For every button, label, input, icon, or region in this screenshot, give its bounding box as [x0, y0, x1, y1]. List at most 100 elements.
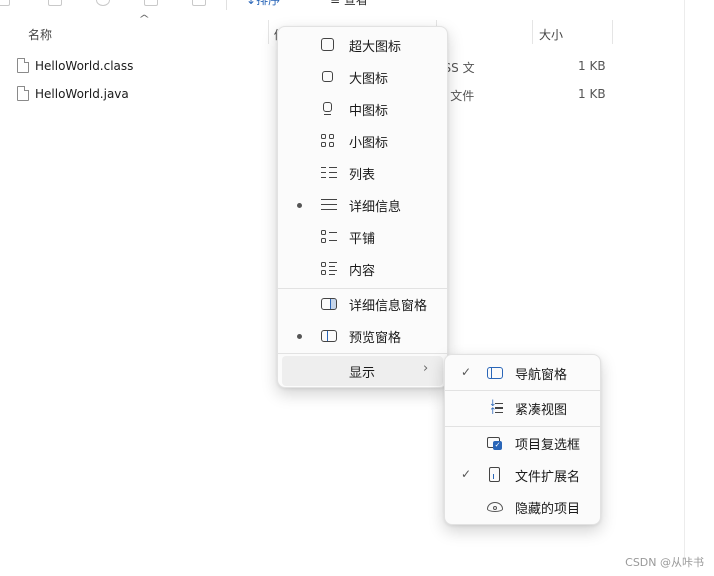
chevron-right-icon: › — [423, 361, 429, 376]
menu-separator — [445, 390, 600, 391]
file-name: HelloWorld.class — [35, 59, 134, 73]
menu-item-content[interactable]: 内容 — [282, 254, 443, 284]
details-pane-icon — [321, 298, 337, 310]
small-icon-cell — [329, 142, 334, 147]
view-button[interactable]: ≡ 查看 — [330, 0, 368, 8]
menu-item-details-pane[interactable]: 详细信息窗格 — [282, 289, 443, 319]
menu-item-label: 导航窗格 — [515, 368, 568, 383]
small-icon-cell — [329, 134, 334, 139]
menu-item-label: 小图标 — [349, 136, 389, 151]
menu-item-medium-icons[interactable]: 中图标 — [282, 94, 443, 124]
hidden-items-icon — [487, 502, 503, 512]
submenu-item-hidden-items[interactable]: 隐藏的项目 — [449, 492, 596, 522]
file-size: 1 KB — [578, 59, 606, 73]
toolbar-divider — [226, 0, 227, 10]
small-icons-icon — [321, 134, 335, 148]
preview-pane-icon — [321, 330, 337, 342]
small-icon-cell — [321, 142, 326, 147]
menu-item-label: 中图标 — [349, 104, 389, 119]
submenu-item-file-extensions[interactable]: ✓ 文件扩展名 — [449, 460, 596, 490]
menu-item-label: 列表 — [349, 168, 376, 183]
tile-square — [321, 238, 326, 243]
menu-item-show[interactable]: 显示 › — [282, 356, 443, 386]
menu-item-label: 隐藏的项目 — [515, 502, 581, 517]
column-header-size[interactable]: 大小 — [539, 26, 563, 43]
copy-icon[interactable] — [48, 0, 62, 6]
cut-icon[interactable] — [0, 0, 10, 6]
selected-bullet — [297, 334, 302, 339]
column-header-name[interactable]: 名称 — [28, 26, 52, 43]
content-square — [321, 270, 326, 275]
watermark: CSDN @从咔书 — [625, 556, 704, 569]
submenu-item-navigation-pane[interactable]: ✓ 导航窗格 — [449, 358, 596, 388]
menu-item-label: 紧凑视图 — [515, 403, 568, 418]
pane-border — [684, 0, 685, 560]
menu-item-label: 平铺 — [349, 232, 376, 247]
content-line — [329, 270, 337, 272]
checkmark-icon: ✓ — [461, 467, 472, 481]
list-icon — [321, 167, 337, 178]
medium-icons-icon — [323, 102, 332, 112]
content-icon — [321, 262, 337, 276]
menu-separator — [278, 353, 447, 354]
details-pane-divider — [329, 299, 331, 309]
file-extension-icon — [489, 467, 500, 482]
submenu-item-compact-view[interactable]: ↓ ↑ 紧凑视图 — [449, 393, 596, 423]
file-icon — [17, 86, 29, 101]
menu-item-label: 项目复选框 — [515, 438, 581, 453]
submenu-item-item-checkboxes[interactable]: ✓ 项目复选框 — [449, 428, 596, 458]
small-icon-cell — [321, 134, 326, 139]
compact-lines — [495, 403, 503, 413]
sort-label: 排序 — [256, 0, 281, 7]
menu-item-label: 文件扩展名 — [515, 470, 581, 485]
paste-icon[interactable] — [96, 0, 110, 6]
file-size: 1 KB — [578, 87, 606, 101]
column-divider[interactable] — [268, 20, 269, 44]
content-square — [321, 262, 326, 267]
menu-item-label: 详细信息窗格 — [349, 299, 428, 314]
checkmark-icon: ✓ — [461, 365, 472, 379]
menu-item-label: 大图标 — [349, 72, 389, 87]
sort-button[interactable]: ↓排序 — [246, 0, 280, 8]
navigation-pane-icon — [487, 367, 503, 379]
menu-item-preview-pane[interactable]: 预览窗格 — [282, 321, 443, 351]
command-bar: ↓排序 ≡ 查看 — [0, 0, 714, 18]
medium-icons-underline — [324, 114, 331, 116]
eye-pupil — [493, 505, 497, 510]
file-extension-mark — [493, 474, 495, 479]
menu-item-label: 预览窗格 — [349, 331, 402, 346]
large-icons-icon — [322, 71, 333, 82]
view-label: 查看 — [343, 0, 368, 7]
list-column — [321, 167, 326, 178]
content-line — [329, 273, 335, 275]
column-divider[interactable] — [532, 20, 533, 44]
delete-icon[interactable] — [192, 0, 206, 6]
menu-separator — [445, 426, 600, 427]
file-icon — [17, 58, 29, 73]
menu-item-large-icons[interactable]: 大图标 — [282, 62, 443, 92]
menu-item-label: 超大图标 — [349, 40, 402, 55]
file-name: HelloWorld.java — [35, 87, 129, 101]
content-line — [329, 265, 335, 267]
column-divider[interactable] — [612, 20, 613, 44]
tile-line — [329, 232, 337, 234]
details-pane-fill — [331, 299, 336, 309]
extra-large-icons-icon — [321, 38, 334, 51]
tile-square — [321, 230, 326, 235]
sort-ascending-icon: ^ — [138, 14, 151, 25]
tile-line — [329, 240, 337, 242]
menu-item-small-icons[interactable]: 小图标 — [282, 126, 443, 156]
selected-bullet — [297, 203, 302, 208]
menu-item-details[interactable]: 详细信息 — [282, 190, 443, 220]
list-column — [329, 167, 337, 178]
menu-item-extra-large-icons[interactable]: 超大图标 — [282, 30, 443, 60]
view-menu: 超大图标 大图标 中图标 小图标 列表 详细信息 平铺 内容 详细信息窗格 预览… — [277, 26, 448, 388]
menu-item-tiles[interactable]: 平铺 — [282, 222, 443, 252]
menu-item-label: 显示 — [349, 366, 376, 381]
show-submenu: ✓ 导航窗格 ↓ ↑ 紧凑视图 ✓ 项目复选框 ✓ 文件扩展名 隐藏的项目 — [444, 354, 601, 525]
preview-pane-divider — [327, 331, 329, 341]
rename-icon[interactable] — [144, 0, 158, 6]
menu-item-label: 详细信息 — [349, 200, 402, 215]
menu-item-label: 内容 — [349, 264, 376, 279]
menu-item-list[interactable]: 列表 — [282, 158, 443, 188]
